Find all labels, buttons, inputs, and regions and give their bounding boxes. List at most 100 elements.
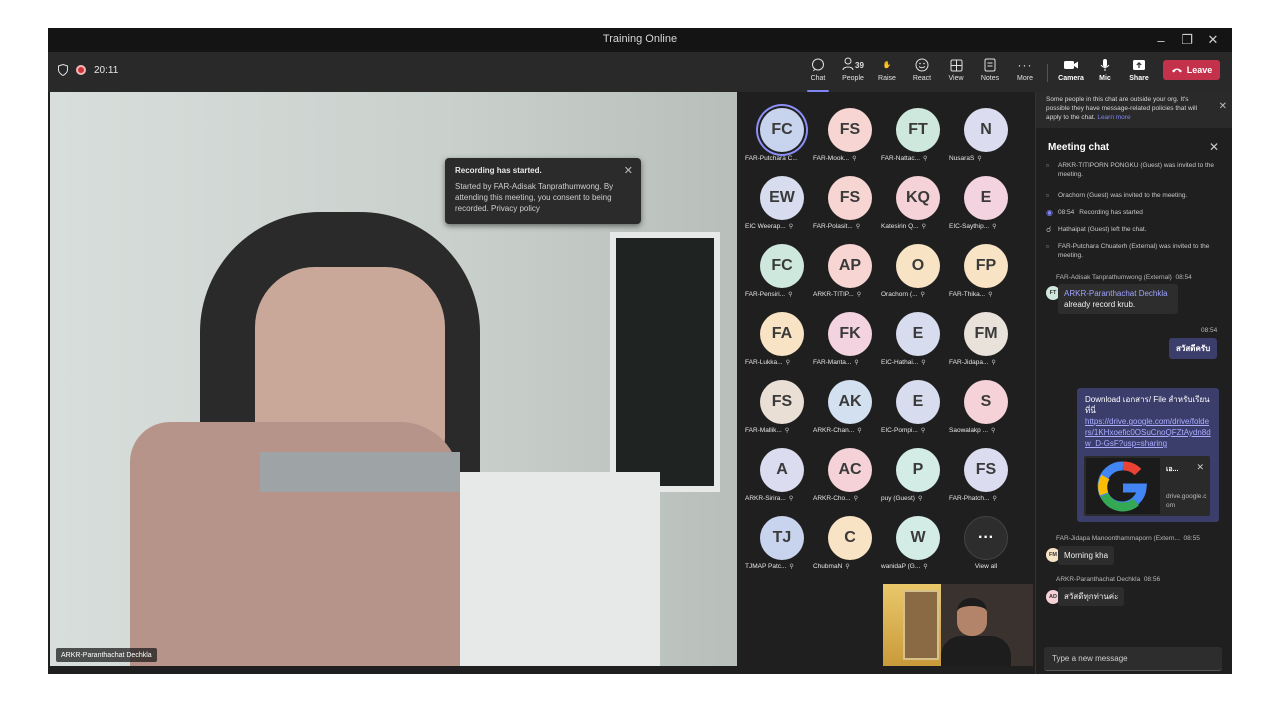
participant-tile[interactable]: FT FAR-Nattac... ⚲ — [881, 100, 953, 168]
participant-avatar: P — [896, 448, 940, 492]
participant-tile[interactable]: FS FAR-Mook... ⚲ — [813, 100, 885, 168]
raise-hand-button[interactable]: ✋ Raise — [870, 56, 904, 88]
video-shirt-blur — [460, 472, 660, 666]
chat-header: Meeting chat ✕ — [1036, 136, 1232, 158]
participant-avatar: KQ — [896, 176, 940, 220]
mic-muted-icon: ⚲ — [923, 156, 928, 162]
drive-link[interactable]: https://drive.google.com/drive/folders/1… — [1085, 416, 1211, 449]
participant-avatar: O — [896, 244, 940, 288]
more-button[interactable]: ··· More — [1008, 56, 1042, 88]
participant-tile[interactable]: FC FAR-Pensiri... ⚲ — [745, 236, 817, 304]
recording-time: 08:54 — [1058, 209, 1075, 216]
participant-tile[interactable]: S Saowalakp ... ⚲ — [949, 372, 1021, 440]
mic-button[interactable]: Mic — [1088, 56, 1122, 88]
recording-popup-body: Started by FAR-Adisak Tanprathumwong. By… — [455, 182, 614, 213]
participant-tile[interactable]: FA FAR-Lukka... ⚲ — [745, 304, 817, 372]
participant-avatar: E — [896, 380, 940, 424]
participant-tile[interactable]: FP FAR-Thika... ⚲ — [949, 236, 1021, 304]
my-message-time: 08:54 — [1201, 327, 1218, 334]
wall-poster — [610, 232, 720, 492]
chat-compose-input[interactable]: Type a new message — [1044, 647, 1222, 671]
participant-tile[interactable]: E EIC-Pompi... ⚲ — [881, 372, 953, 440]
close-window-icon[interactable]: ✕ — [1200, 30, 1226, 50]
participant-tile[interactable]: AK ARKR-Chan... ⚲ — [813, 372, 885, 440]
more-icon: ··· — [964, 516, 1008, 560]
main-video-stage[interactable]: Recording has started. Started by FAR-Ad… — [50, 92, 737, 666]
mic-muted-icon: ⚲ — [988, 292, 993, 298]
participant-tile[interactable]: EW EIC Weerap... ⚲ — [745, 168, 817, 236]
participant-avatar: E — [896, 312, 940, 356]
person-face — [957, 598, 987, 636]
participant-tile[interactable]: FK FAR-Manta... ⚲ — [813, 304, 885, 372]
participant-tile[interactable]: FS FAR-Phatch... ⚲ — [949, 440, 1021, 508]
mic-muted-icon: ⚲ — [921, 360, 926, 366]
minimize-icon[interactable]: – — [1148, 30, 1174, 50]
participant-avatar: AK — [828, 380, 872, 424]
mic-muted-icon: ⚲ — [788, 496, 794, 502]
raise-hand-icon: ✋ — [882, 62, 892, 69]
mic-icon — [1100, 56, 1110, 74]
react-button[interactable]: React — [905, 56, 939, 88]
leave-button[interactable]: Leave — [1163, 60, 1220, 80]
view-icon — [950, 56, 963, 74]
recording-indicator-icon — [76, 65, 86, 75]
learn-more-link[interactable]: Learn more — [1097, 114, 1130, 121]
main-video-name-label: ARKR-Paranthachat Dechkla — [56, 648, 157, 662]
camera-icon — [1063, 56, 1079, 74]
dismiss-notice-icon[interactable]: ✕ — [1219, 102, 1227, 112]
participant-tile[interactable]: AC ARKR-Cho... ⚲ — [813, 440, 885, 508]
recording-started-popup: Recording has started. Started by FAR-Ad… — [445, 158, 641, 224]
chat-button[interactable]: Chat — [801, 56, 835, 92]
participant-name: FAR-Thika... ⚲ — [949, 291, 993, 298]
notes-button[interactable]: Notes — [973, 56, 1007, 88]
participant-name: FAR-Jidapa... ⚲ — [949, 359, 996, 366]
mic-muted-icon: ⚲ — [991, 360, 996, 366]
participant-name: Saowalakp ... ⚲ — [949, 427, 996, 434]
participant-tile[interactable]: Ppuy (Guest) ⚲ — [881, 440, 953, 508]
participant-tile[interactable]: TJ TJMAP Patc... ⚲ — [745, 508, 817, 576]
participant-name: wanidaP (G... ⚲ — [881, 563, 928, 570]
participant-tile[interactable]: FS FAR-Mallik... ⚲ — [745, 372, 817, 440]
participant-tile[interactable]: FS FAR-Polasit... ⚲ — [813, 168, 885, 236]
camera-button[interactable]: Camera — [1054, 56, 1088, 88]
mic-muted-icon: ⚲ — [852, 156, 857, 162]
participant-name: TJMAP Patc... ⚲ — [745, 563, 794, 570]
self-video-preview[interactable] — [883, 584, 1033, 666]
view-all-button[interactable]: ··· View all — [951, 508, 1021, 576]
participant-tile[interactable]: FC FAR-Putchara C... — [745, 100, 817, 168]
participant-tile[interactable]: WwanidaP (G... ⚲ — [881, 508, 953, 576]
view-button[interactable]: View — [939, 56, 973, 88]
participant-tile[interactable]: AP ARKR-TITIP... ⚲ — [813, 236, 885, 304]
close-chat-icon[interactable]: ✕ — [1209, 140, 1219, 154]
participant-tile[interactable]: O Orachorn (... ⚲ — [881, 236, 953, 304]
mic-muted-icon: ⚲ — [855, 224, 861, 230]
share-button[interactable]: Share — [1122, 56, 1156, 88]
mention[interactable]: ARKR-Paranthachat Dechkla — [1064, 289, 1168, 298]
close-popup-icon[interactable]: ✕ — [624, 164, 633, 177]
restore-icon[interactable]: ❐ — [1174, 30, 1200, 50]
link-preview-card[interactable]: เอ... ✕ drive.google.com — [1084, 456, 1210, 516]
participant-tile[interactable]: C ChubmaN ⚲ — [813, 508, 885, 576]
people-icon — [842, 57, 854, 73]
participant-avatar: FP — [964, 244, 1008, 288]
participant-tile[interactable]: E EIC-Hathai... ⚲ — [881, 304, 953, 372]
people-count: 39 — [855, 60, 864, 70]
more-icon: ··· — [1017, 58, 1033, 72]
participant-avatar: E — [964, 176, 1008, 220]
shield-icon — [58, 64, 68, 76]
phone-hangup-icon — [1171, 65, 1183, 75]
participant-tile[interactable]: A ARKR-Sirira... ⚲ — [745, 440, 817, 508]
message-meta: FAR-Adisak Tanprathumwong (External) 08:… — [1056, 274, 1192, 281]
participant-name: ARKR-Chan... ⚲ — [813, 427, 862, 434]
participant-tile[interactable]: E EIC-Saythip... ⚲ — [949, 168, 1021, 236]
participant-tile[interactable]: FM FAR-Jidapa... ⚲ — [949, 304, 1021, 372]
participant-tile[interactable]: N NusaraS ⚲ — [949, 100, 1021, 168]
remove-preview-icon[interactable]: ✕ — [1196, 462, 1204, 473]
people-button[interactable]: 39 People — [836, 56, 870, 88]
participant-tile[interactable]: KQ Katesirin Q... ⚲ — [881, 168, 953, 236]
participant-avatar: AP — [828, 244, 872, 288]
mic-muted-icon: ⚲ — [845, 564, 850, 570]
mic-muted-icon: ⚲ — [785, 360, 790, 366]
participant-name: EIC-Pompi... ⚲ — [881, 427, 926, 434]
window-title: Training Online — [602, 33, 678, 45]
